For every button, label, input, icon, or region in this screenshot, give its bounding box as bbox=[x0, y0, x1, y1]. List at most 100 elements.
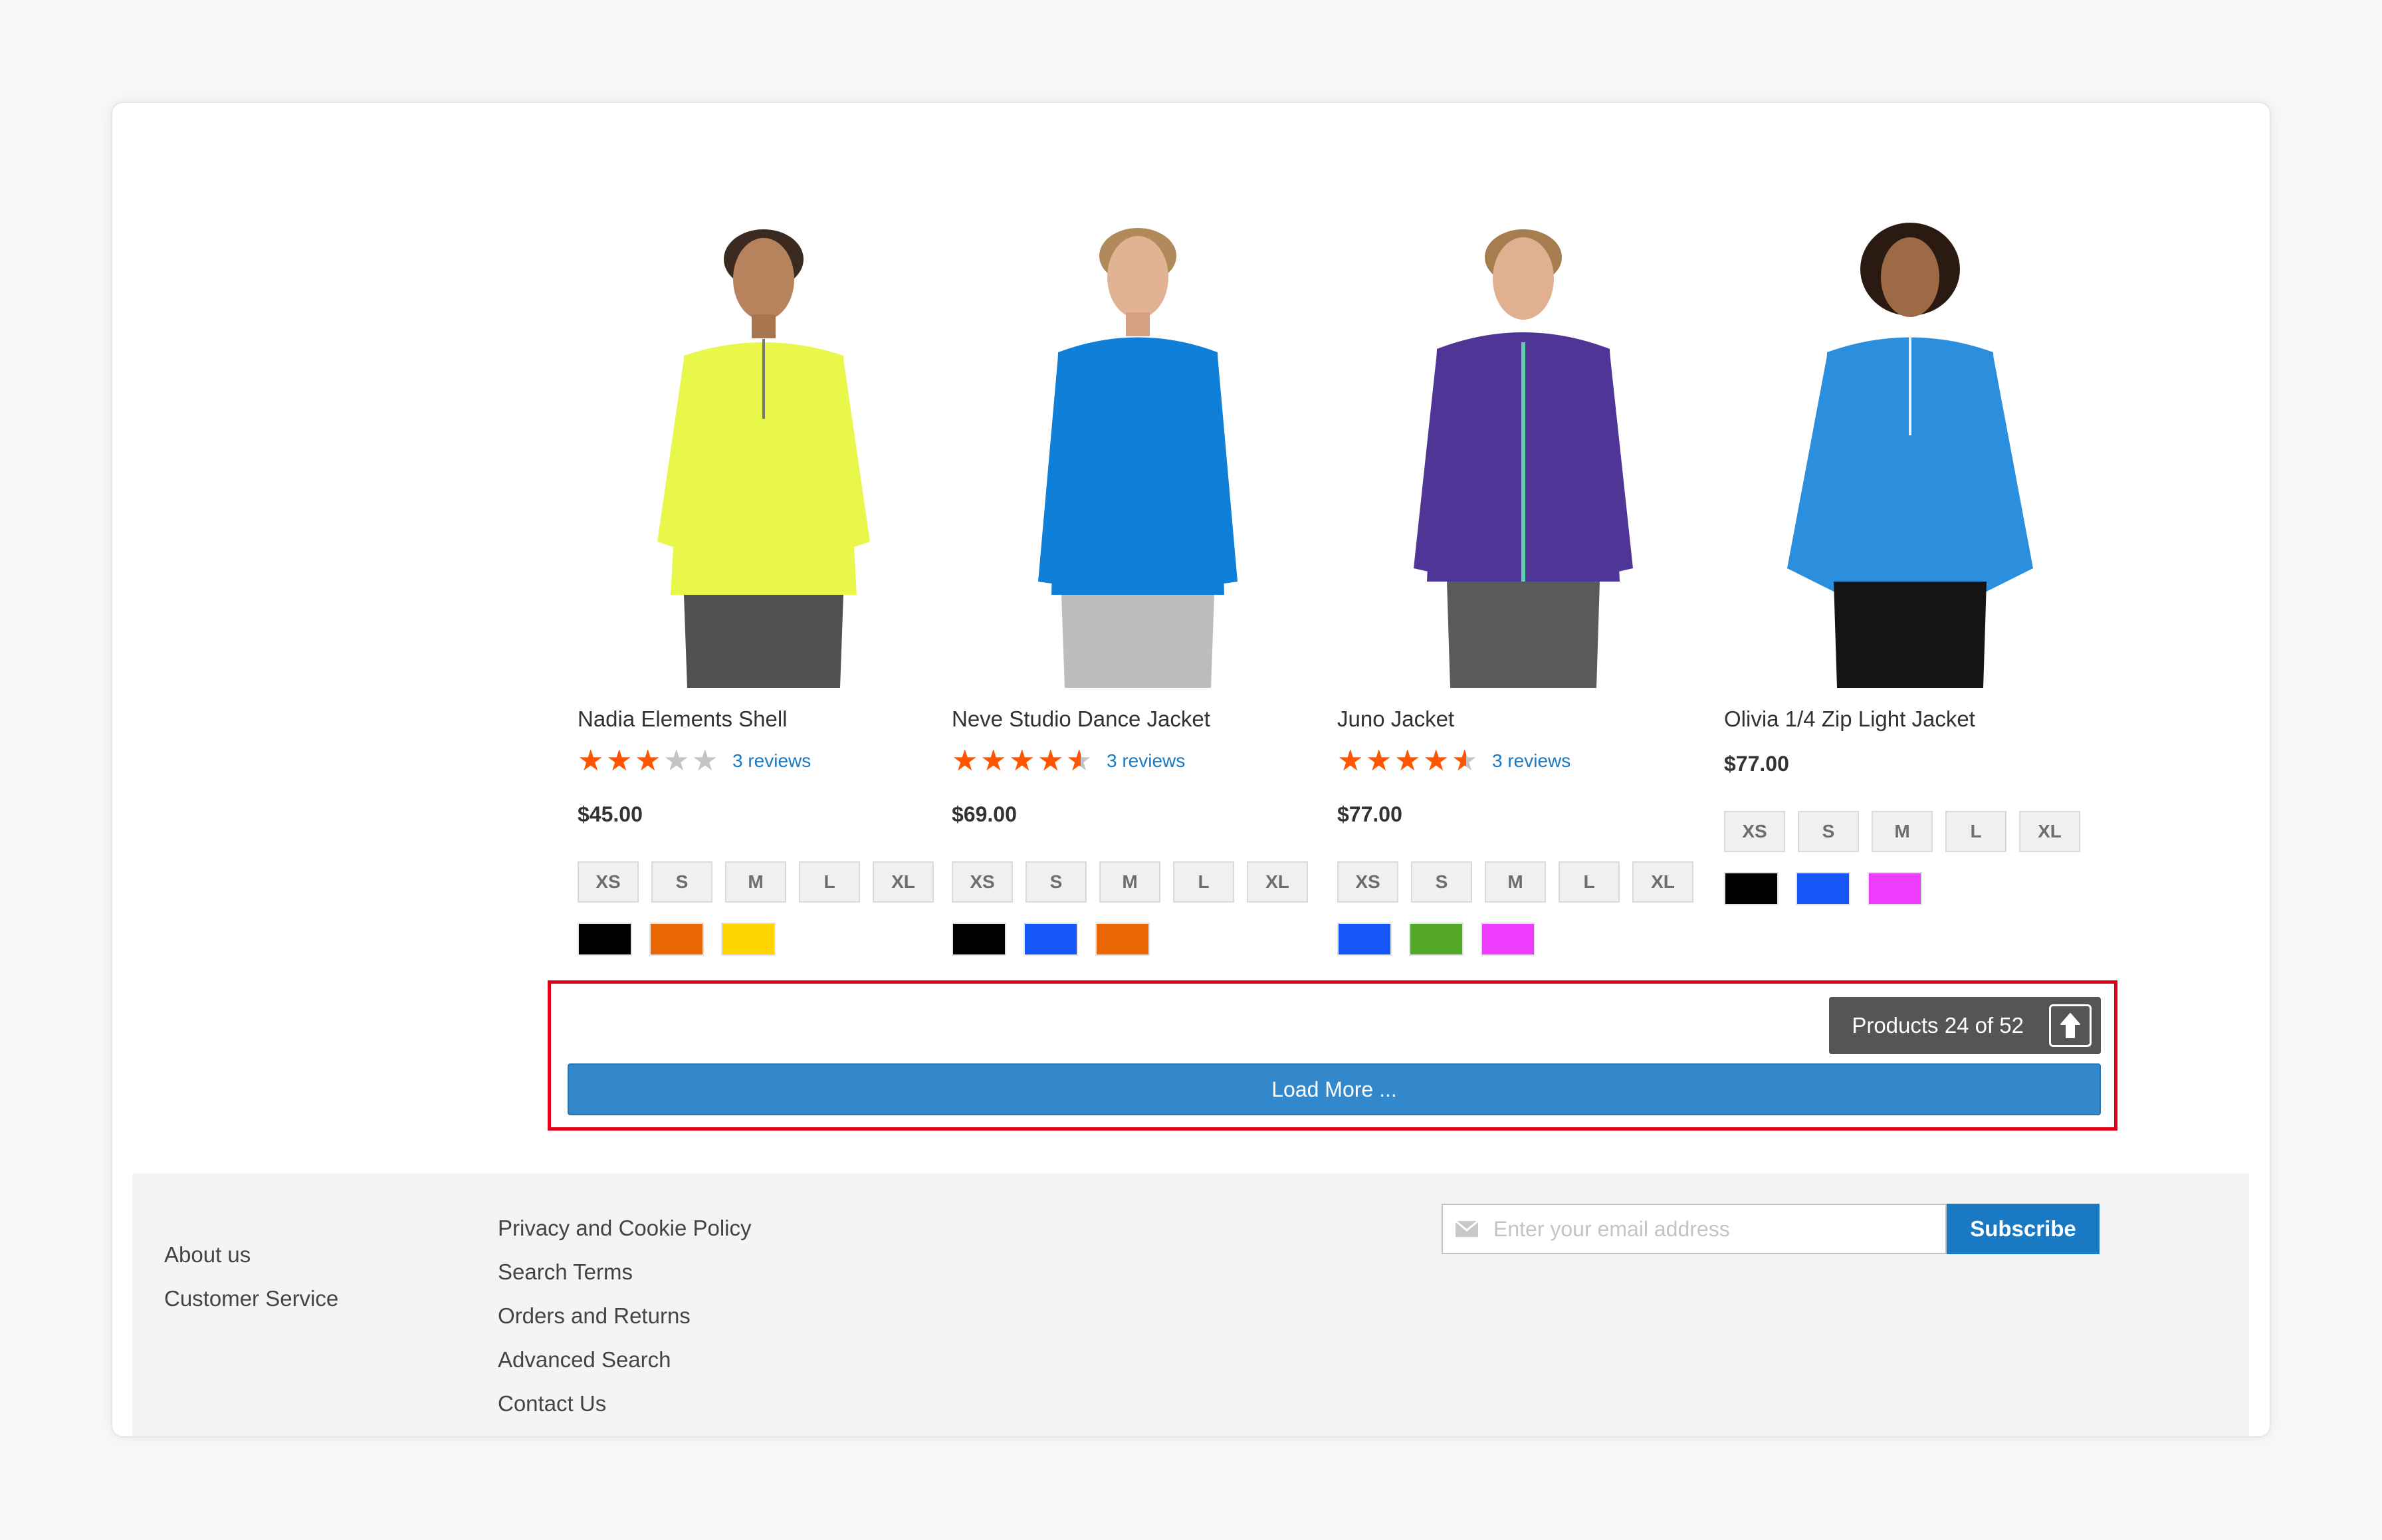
footer-link-contact-us[interactable]: Contact Us bbox=[498, 1382, 752, 1426]
footer-link-about-us[interactable]: About us bbox=[164, 1233, 338, 1277]
size-option-m[interactable]: M bbox=[725, 861, 786, 903]
rating-stars: ★★★★★★★★★★ bbox=[952, 746, 1095, 776]
rating-row: ★★★★★★★★★★ 3 reviews bbox=[952, 746, 1324, 776]
size-option-xl[interactable]: XL bbox=[1247, 861, 1308, 903]
product-image[interactable] bbox=[952, 223, 1324, 688]
star-icon: ★★ bbox=[663, 744, 690, 778]
rating-stars: ★★★★★★★★★★ bbox=[1337, 746, 1480, 776]
size-option-l[interactable]: L bbox=[1173, 861, 1234, 903]
products-count-text: Products 24 of 52 bbox=[1852, 1013, 2024, 1038]
color-swatches bbox=[578, 923, 950, 956]
color-swatch[interactable] bbox=[1024, 923, 1078, 956]
product-image[interactable] bbox=[1724, 223, 2096, 688]
footer-link-orders-returns[interactable]: Orders and Returns bbox=[498, 1294, 752, 1338]
product-grid: Nadia Elements Shell ★★★★★★★★★★ 3 review… bbox=[112, 103, 2270, 1273]
footer-links-primary: About us Customer Service bbox=[164, 1233, 338, 1321]
size-option-xs[interactable]: XS bbox=[1724, 811, 1785, 852]
star-icon: ★★ bbox=[1394, 744, 1421, 778]
star-icon: ★★ bbox=[952, 744, 978, 778]
newsletter-email-input[interactable] bbox=[1493, 1216, 1925, 1242]
color-swatches bbox=[1724, 872, 2096, 905]
size-option-m[interactable]: M bbox=[1485, 861, 1546, 903]
size-option-m[interactable]: M bbox=[1099, 861, 1160, 903]
product-name[interactable]: Olivia 1/4 Zip Light Jacket bbox=[1724, 707, 2096, 732]
size-option-m[interactable]: M bbox=[1872, 811, 1933, 852]
color-swatch[interactable] bbox=[1481, 923, 1535, 956]
color-swatches bbox=[952, 923, 1324, 956]
color-swatch[interactable] bbox=[952, 923, 1006, 956]
size-option-l[interactable]: L bbox=[799, 861, 860, 903]
footer-links-secondary: Privacy and Cookie Policy Search Terms O… bbox=[498, 1206, 752, 1426]
product-item: Nadia Elements Shell ★★★★★★★★★★ 3 review… bbox=[578, 223, 950, 956]
color-swatch[interactable] bbox=[578, 923, 632, 956]
star-icon: ★★ bbox=[980, 744, 1007, 778]
size-options: XS S M L XL bbox=[952, 861, 1324, 903]
product-name[interactable]: Juno Jacket bbox=[1337, 707, 1709, 732]
size-option-xl[interactable]: XL bbox=[1632, 861, 1693, 903]
rating-row: ★★★★★★★★★★ 3 reviews bbox=[1337, 746, 1709, 776]
product-name[interactable]: Neve Studio Dance Jacket bbox=[952, 707, 1324, 732]
star-icon: ★★ bbox=[1366, 744, 1392, 778]
star-icon: ★★ bbox=[1066, 744, 1093, 778]
rating-stars: ★★★★★★★★★★ bbox=[578, 746, 720, 776]
star-icon: ★★ bbox=[1423, 744, 1450, 778]
product-photo bbox=[1038, 228, 1238, 688]
size-option-xl[interactable]: XL bbox=[2019, 811, 2080, 852]
color-swatch[interactable] bbox=[1868, 872, 1922, 905]
size-option-xl[interactable]: XL bbox=[873, 861, 934, 903]
size-option-xs[interactable]: XS bbox=[578, 861, 639, 903]
scroll-to-top-button[interactable] bbox=[2049, 1004, 2092, 1047]
color-swatch[interactable] bbox=[1409, 923, 1463, 956]
size-option-xs[interactable]: XS bbox=[1337, 861, 1398, 903]
size-option-s[interactable]: S bbox=[1411, 861, 1472, 903]
footer-link-customer-service[interactable]: Customer Service bbox=[164, 1277, 338, 1321]
color-swatches bbox=[1337, 923, 1709, 956]
product-photo bbox=[1787, 223, 2033, 688]
size-option-l[interactable]: L bbox=[1559, 861, 1620, 903]
product-name[interactable]: Nadia Elements Shell bbox=[578, 707, 950, 732]
arrow-up-icon bbox=[2060, 1013, 2080, 1038]
color-swatch[interactable] bbox=[721, 923, 776, 956]
footer-link-privacy-policy[interactable]: Privacy and Cookie Policy bbox=[498, 1206, 752, 1250]
star-icon: ★★ bbox=[606, 744, 633, 778]
size-option-l[interactable]: L bbox=[1945, 811, 2006, 852]
footer-link-advanced-search[interactable]: Advanced Search bbox=[498, 1338, 752, 1382]
size-option-xs[interactable]: XS bbox=[952, 861, 1013, 903]
footer-link-search-terms[interactable]: Search Terms bbox=[498, 1250, 752, 1294]
footer: About us Customer Service Privacy and Co… bbox=[132, 1173, 2249, 1436]
product-photo bbox=[657, 229, 870, 688]
size-option-s[interactable]: S bbox=[1026, 861, 1087, 903]
product-image[interactable] bbox=[578, 223, 950, 688]
email-field-wrapper bbox=[1442, 1204, 1947, 1254]
load-more-button[interactable]: Load More ... bbox=[568, 1063, 2101, 1115]
page-card: Nadia Elements Shell ★★★★★★★★★★ 3 review… bbox=[111, 102, 2271, 1438]
rating-row: ★★★★★★★★★★ 3 reviews bbox=[578, 746, 950, 776]
color-swatch[interactable] bbox=[649, 923, 704, 956]
product-price: $45.00 bbox=[578, 802, 643, 826]
product-photo bbox=[1414, 229, 1633, 688]
product-item: Juno Jacket ★★★★★★★★★★ 3 reviews $77.00 … bbox=[1337, 223, 1709, 956]
star-icon: ★★ bbox=[1037, 744, 1064, 778]
product-price: $77.00 bbox=[1337, 802, 1402, 826]
size-options: XS S M L XL bbox=[578, 861, 950, 903]
size-option-s[interactable]: S bbox=[1798, 811, 1859, 852]
product-price: $69.00 bbox=[952, 802, 1017, 826]
color-swatch[interactable] bbox=[1724, 872, 1779, 905]
color-swatch[interactable] bbox=[1095, 923, 1150, 956]
envelope-icon bbox=[1455, 1220, 1479, 1237]
product-price: $77.00 bbox=[1724, 752, 1789, 776]
subscribe-button[interactable]: Subscribe bbox=[1947, 1204, 2100, 1254]
star-icon: ★★ bbox=[635, 744, 661, 778]
color-swatch[interactable] bbox=[1337, 923, 1392, 956]
size-option-s[interactable]: S bbox=[651, 861, 712, 903]
size-options: XS S M L XL bbox=[1337, 861, 1709, 903]
product-image[interactable] bbox=[1337, 223, 1709, 688]
star-icon: ★★ bbox=[1452, 744, 1478, 778]
reviews-link[interactable]: 3 reviews bbox=[1492, 750, 1570, 772]
color-swatch[interactable] bbox=[1796, 872, 1850, 905]
load-more-section: Products 24 of 52 Load More ... bbox=[548, 980, 2117, 1131]
reviews-link[interactable]: 3 reviews bbox=[732, 750, 811, 772]
product-item: Olivia 1/4 Zip Light Jacket $77.00 XS S M L… bbox=[1724, 223, 2096, 905]
reviews-link[interactable]: 3 reviews bbox=[1107, 750, 1185, 772]
newsletter-form: Subscribe bbox=[1442, 1204, 2100, 1254]
